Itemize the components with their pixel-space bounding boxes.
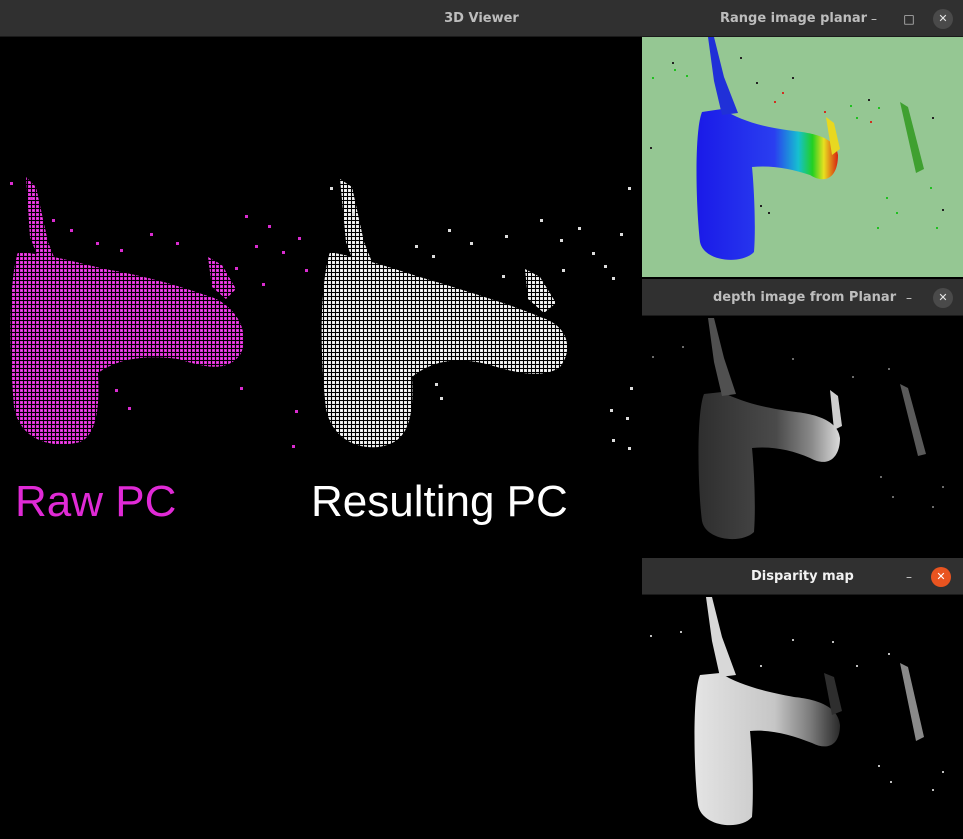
depth-image	[652, 318, 944, 540]
range-image-canvas	[642, 37, 963, 277]
maximize-icon[interactable]: □	[899, 9, 919, 29]
disparity-map-title: Disparity map	[751, 569, 854, 584]
depth-image-titlebar[interactable]: depth image from Planar – ✕	[642, 279, 963, 316]
disparity-map-window: Disparity map – ✕	[642, 558, 963, 839]
3d-viewer-window: 3D Viewer Raw PC Resulting PC	[0, 0, 642, 569]
depth-image-title: depth image from Planar	[713, 290, 897, 305]
disparity-map-canvas	[642, 595, 963, 839]
resulting-pc-caption: Resulting PC	[311, 477, 568, 526]
3d-viewer-title: 3D Viewer	[444, 11, 519, 26]
range-image-titlebar[interactable]: Range image planar – □ ✕	[642, 0, 963, 37]
3d-viewer-titlebar[interactable]: 3D Viewer	[0, 0, 642, 37]
depth-image-canvas	[642, 316, 963, 553]
minimize-icon[interactable]: –	[899, 567, 919, 587]
close-icon[interactable]: ✕	[933, 288, 953, 308]
range-image	[650, 37, 944, 260]
depth-image-window: depth image from Planar – ✕	[642, 279, 963, 553]
minimize-icon[interactable]: –	[864, 9, 884, 29]
range-image-title: Range image planar	[720, 11, 868, 26]
close-icon[interactable]: ✕	[931, 567, 951, 587]
3d-viewer-canvas[interactable]: Raw PC Resulting PC	[0, 37, 642, 569]
minimize-icon[interactable]: –	[899, 288, 919, 308]
range-image-window: Range image planar – □ ✕	[642, 0, 963, 277]
raw-point-cloud	[10, 177, 244, 445]
disparity-map-titlebar[interactable]: Disparity map – ✕	[642, 558, 963, 595]
close-icon[interactable]: ✕	[933, 9, 953, 29]
resulting-point-cloud	[321, 179, 568, 448]
raw-pc-caption: Raw PC	[15, 477, 177, 526]
disparity-image	[650, 597, 944, 826]
